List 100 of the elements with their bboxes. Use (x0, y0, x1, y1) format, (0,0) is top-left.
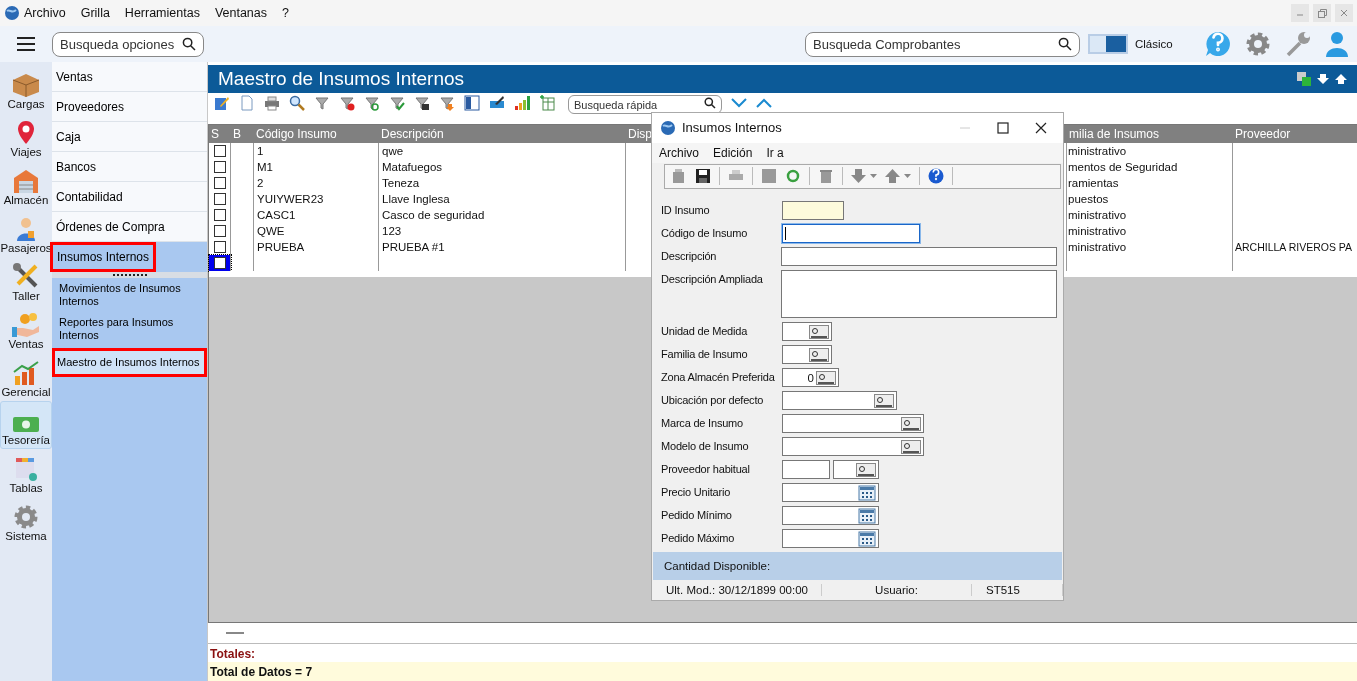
row-checkbox[interactable] (213, 161, 226, 173)
lookup-icon[interactable] (901, 416, 921, 431)
menu-item[interactable]: Ventanas (214, 6, 268, 20)
submenu-item[interactable]: Movimientos de Insumos Internos (52, 279, 207, 311)
menu-item[interactable]: ? (282, 6, 289, 20)
search-field[interactable]: Busqueda opciones (52, 31, 204, 57)
menu-item[interactable]: Ventas (52, 62, 207, 92)
submenu-item[interactable]: Reportes para Insumos Internos (52, 313, 207, 345)
column-header[interactable]: Descripción (379, 125, 626, 143)
trash-icon[interactable] (818, 168, 834, 185)
menu-item[interactable]: Archivo (659, 145, 699, 160)
column-header[interactable]: B (231, 125, 254, 143)
menu-item[interactable]: Herramientas (124, 6, 200, 20)
module-item[interactable]: Almacén (0, 161, 52, 209)
search-icon[interactable] (289, 95, 305, 111)
new-record-icon[interactable] (671, 168, 687, 185)
restore-icon (1317, 8, 1327, 18)
view-toggle[interactable] (1088, 34, 1128, 54)
menu-item[interactable]: Ir a (766, 145, 784, 160)
number-field[interactable] (782, 529, 879, 549)
number-field[interactable] (782, 483, 879, 503)
form-title: Maestro de Insumos Internos (218, 68, 465, 90)
lookup-icon[interactable] (809, 347, 829, 362)
module-item[interactable]: Tesorería (0, 401, 52, 449)
lookup-field[interactable] (782, 437, 924, 457)
column-header[interactable]: Código Insumo (254, 125, 379, 143)
module-item[interactable]: Pasajeros (0, 209, 52, 257)
text-area[interactable] (781, 270, 1057, 319)
table-icon (14, 456, 38, 482)
menu-item[interactable]: Bancos (52, 152, 207, 182)
lookup-icon[interactable] (856, 462, 876, 477)
column-header[interactable]: milia de Insumos (1067, 125, 1233, 143)
module-item[interactable]: Gerencial (0, 353, 52, 401)
restore-button[interactable] (1313, 4, 1331, 22)
close-button[interactable] (1335, 4, 1353, 22)
menu-item[interactable]: Órdenes de Compra (52, 212, 207, 242)
lookup-field[interactable] (782, 345, 832, 365)
splitter-handle[interactable] (52, 272, 207, 278)
menu-item[interactable]: Insumos Internos (50, 242, 157, 272)
menu-item[interactable]: Contabilidad (52, 182, 207, 212)
lookup-icon[interactable] (901, 439, 921, 454)
search-field[interactable]: Busqueda Comprobantes (805, 31, 1080, 57)
menu-item[interactable]: Caja (52, 122, 207, 152)
module-item[interactable]: Tablas (0, 449, 52, 497)
input-field[interactable] (781, 247, 1057, 267)
module-item[interactable]: Cargas (0, 65, 52, 113)
lookup-field[interactable] (782, 414, 924, 434)
id-field[interactable] (782, 201, 844, 221)
row-checkbox[interactable] (213, 209, 226, 221)
edit-icon[interactable] (214, 95, 230, 111)
module-item[interactable]: Sistema (0, 497, 52, 545)
lookup-icon[interactable] (809, 324, 829, 339)
menu-item[interactable]: Archivo (24, 6, 66, 20)
calculator-icon[interactable] (858, 507, 876, 524)
row-checkbox[interactable] (213, 257, 226, 269)
stop-icon[interactable] (761, 168, 777, 185)
submenu-item[interactable]: Maestro de Insumos Internos (52, 348, 207, 377)
menu-item[interactable]: Proveedores (52, 92, 207, 122)
calculator-icon[interactable] (858, 530, 876, 547)
status-text: Usuario: (822, 584, 972, 597)
filter-refresh-icon[interactable] (364, 95, 380, 111)
module-item[interactable]: Taller (0, 257, 52, 305)
banknote-icon (12, 414, 40, 434)
filter-icon[interactable] (314, 95, 330, 111)
lookup-icon[interactable] (874, 393, 894, 408)
filter-remove-icon[interactable] (339, 95, 355, 111)
signal-bars-icon[interactable] (514, 95, 530, 111)
save-icon[interactable] (695, 168, 711, 185)
module-item[interactable]: Viajes (0, 113, 52, 161)
filter-down-icon[interactable] (439, 95, 455, 111)
menu-item[interactable]: Grilla (80, 6, 110, 20)
row-checkbox[interactable] (213, 225, 226, 237)
lookup-field[interactable] (782, 391, 897, 411)
printer-icon[interactable] (264, 95, 280, 111)
filter-save-icon[interactable] (414, 95, 430, 111)
row-checkbox[interactable] (213, 177, 226, 189)
calculator-icon[interactable] (858, 484, 876, 501)
column-header[interactable]: Proveedor (1233, 125, 1357, 143)
row-checkbox[interactable] (213, 241, 226, 253)
filter-check-icon[interactable] (389, 95, 405, 111)
input-field[interactable] (782, 224, 920, 244)
lookup-field[interactable] (782, 322, 832, 342)
refresh-icon[interactable] (785, 168, 801, 185)
table-add-icon[interactable] (539, 95, 555, 111)
lookup-field[interactable]: 0 (782, 368, 839, 388)
number-field[interactable] (782, 506, 879, 526)
column-header[interactable]: S (209, 125, 231, 143)
lookup-field[interactable] (833, 460, 879, 480)
menu-item[interactable]: Edición (713, 145, 753, 160)
row-selector[interactable] (209, 255, 231, 271)
module-item[interactable]: Ventas (0, 305, 52, 353)
columns-icon[interactable] (464, 95, 480, 111)
quick-search-field[interactable]: Busqueda rápida (568, 95, 722, 114)
lookup-icon[interactable] (816, 370, 836, 385)
help-icon[interactable] (928, 168, 944, 185)
menu-icon (16, 36, 36, 52)
edit-field-icon[interactable] (489, 95, 505, 111)
row-checkbox[interactable] (213, 193, 226, 205)
input-field[interactable] (782, 460, 830, 480)
row-checkbox[interactable] (213, 145, 226, 157)
